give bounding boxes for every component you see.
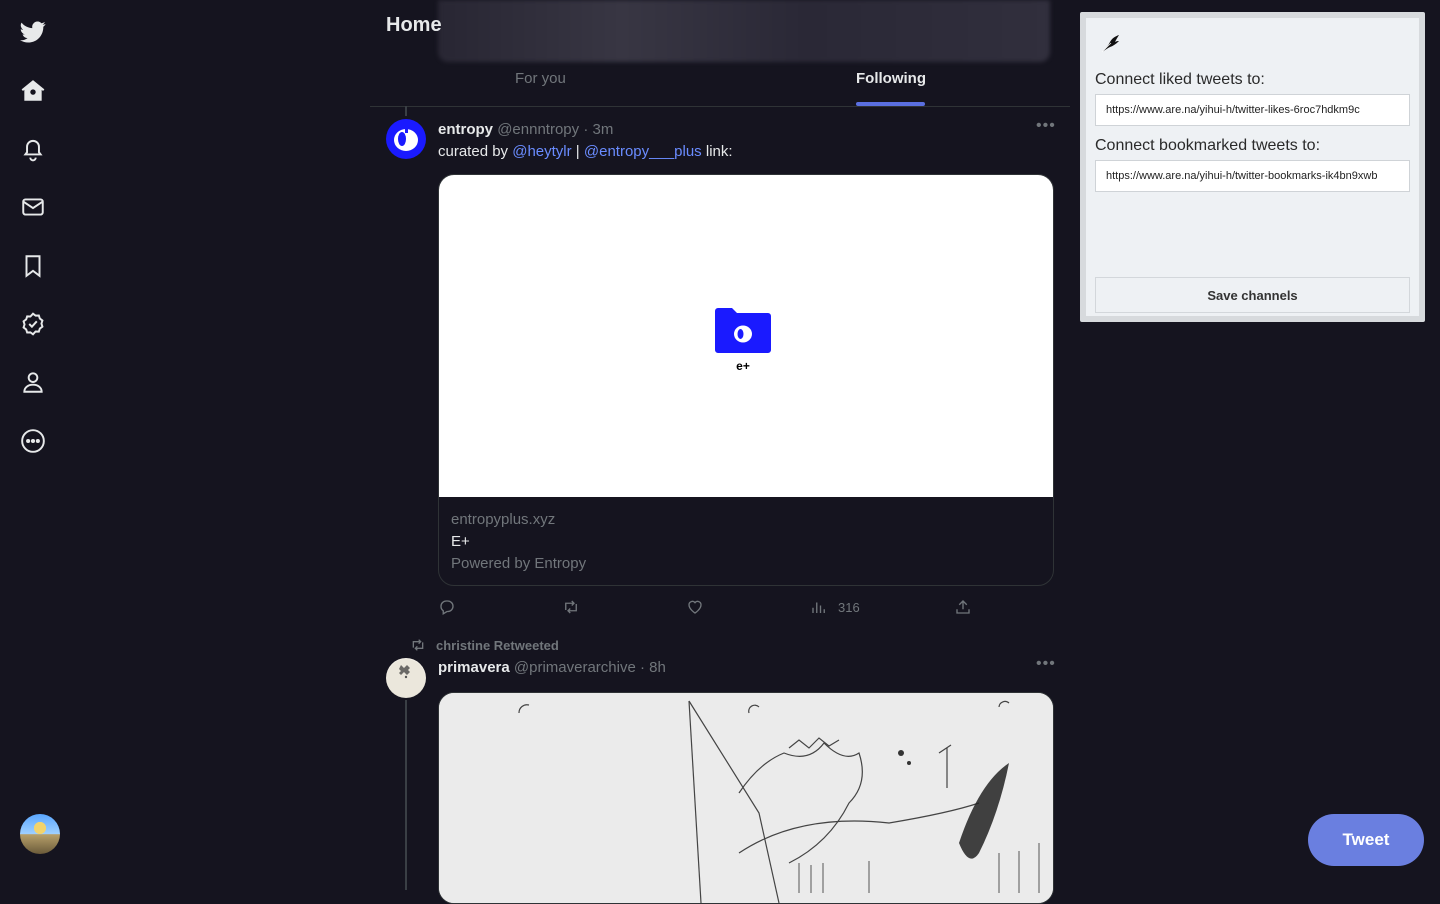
share-button[interactable] [954, 598, 972, 616]
author-handle[interactable]: @primaverarchive [514, 659, 636, 676]
author-handle[interactable]: @ennntropy [497, 121, 579, 138]
bookmarked-label: Connect bookmarked tweets to: [1095, 137, 1321, 154]
tweet-time[interactable]: · 8h [640, 659, 666, 676]
like-button[interactable] [686, 598, 704, 616]
author-name[interactable]: entropy [438, 121, 493, 138]
share-upload-icon [956, 600, 970, 614]
analytics-bars-icon [812, 602, 825, 613]
bookmarked-channel-input[interactable] [1095, 160, 1410, 192]
more-options-icon[interactable]: ••• [1036, 117, 1056, 135]
thread-line [405, 106, 407, 116]
folder-logo-icon [715, 308, 771, 353]
primavera-avatar[interactable] [386, 658, 426, 698]
card-image: e+ [439, 175, 1053, 497]
card-domain: entropyplus.xyz [451, 511, 556, 528]
compose-tweet-button[interactable]: Tweet [1308, 814, 1424, 866]
verified-badge-icon[interactable] [16, 307, 50, 341]
tab-for-you[interactable]: For you [515, 70, 566, 87]
retweet-label-text: christine Retweeted [436, 637, 559, 653]
twitter-logo-icon[interactable] [16, 15, 50, 49]
active-tab-indicator [856, 102, 925, 106]
tab-following[interactable]: Following [856, 70, 926, 87]
tweet-time[interactable]: · 3m [583, 121, 613, 138]
sketch-illustration [439, 693, 1053, 903]
tweet-text-prefix: curated by [438, 143, 513, 160]
entropy-avatar[interactable] [386, 119, 426, 159]
header-blurred-backdrop [438, 0, 1050, 62]
account-avatar[interactable] [20, 814, 60, 854]
messages-envelope-icon[interactable] [16, 190, 50, 224]
author-name[interactable]: primavera [438, 659, 510, 676]
views-count: 316 [838, 599, 860, 615]
tweet-text-suffix: link: [701, 143, 733, 160]
extension-panel: Connect liked tweets to: Connect bookmar… [1080, 12, 1425, 322]
heart-icon [688, 600, 702, 614]
views-button[interactable]: 316 [810, 598, 860, 616]
tweet-actions: 316 [438, 598, 998, 618]
retweet-small-icon [412, 639, 424, 651]
profile-person-icon[interactable] [16, 365, 50, 399]
save-channels-button[interactable]: Save channels [1095, 277, 1410, 313]
mention-link[interactable]: @heytylr [512, 143, 571, 160]
tweet-header: primavera @primaverarchive · 8h [438, 659, 666, 676]
more-options-icon[interactable]: ••• [1036, 655, 1056, 673]
card-description: Powered by Entropy [451, 555, 587, 572]
liked-label: Connect liked tweets to: [1095, 71, 1265, 88]
mention-link[interactable]: @entropy___plus [584, 143, 702, 160]
card-logo-label: e+ [736, 359, 750, 373]
feather-logo-icon [1101, 35, 1119, 53]
retweet-button[interactable] [562, 598, 580, 616]
notifications-bell-icon[interactable] [16, 132, 50, 166]
tweet-text-separator: | [571, 143, 584, 160]
timeline-column: Home For you Following entropy @ennntrop… [370, 0, 1070, 904]
timeline-tabs: For you Following [370, 62, 1070, 107]
home-icon[interactable] [16, 74, 50, 108]
thread-line [405, 700, 407, 890]
tweet-media-image[interactable] [438, 692, 1054, 904]
tweet-header: entropy @ennntropy · 3m [438, 121, 613, 138]
tweet-text: curated by @heytylr | @entropy___plus li… [438, 143, 733, 160]
retweet-indicator[interactable]: christine Retweeted [410, 637, 559, 653]
reply-button[interactable] [438, 598, 456, 616]
extension-panel-body: Connect liked tweets to: Connect bookmar… [1086, 18, 1419, 316]
bookmark-icon[interactable] [16, 249, 50, 283]
card-title: E+ [451, 533, 470, 550]
liked-channel-input[interactable] [1095, 94, 1410, 126]
reply-icon [440, 600, 454, 615]
link-preview-card[interactable]: e+ entropyplus.xyz E+ Powered by Entropy [438, 174, 1054, 586]
more-options-circle-icon[interactable] [16, 424, 50, 458]
retweet-icon [565, 600, 577, 614]
page-title: Home [386, 14, 442, 36]
sidebar-nav [0, 0, 70, 890]
